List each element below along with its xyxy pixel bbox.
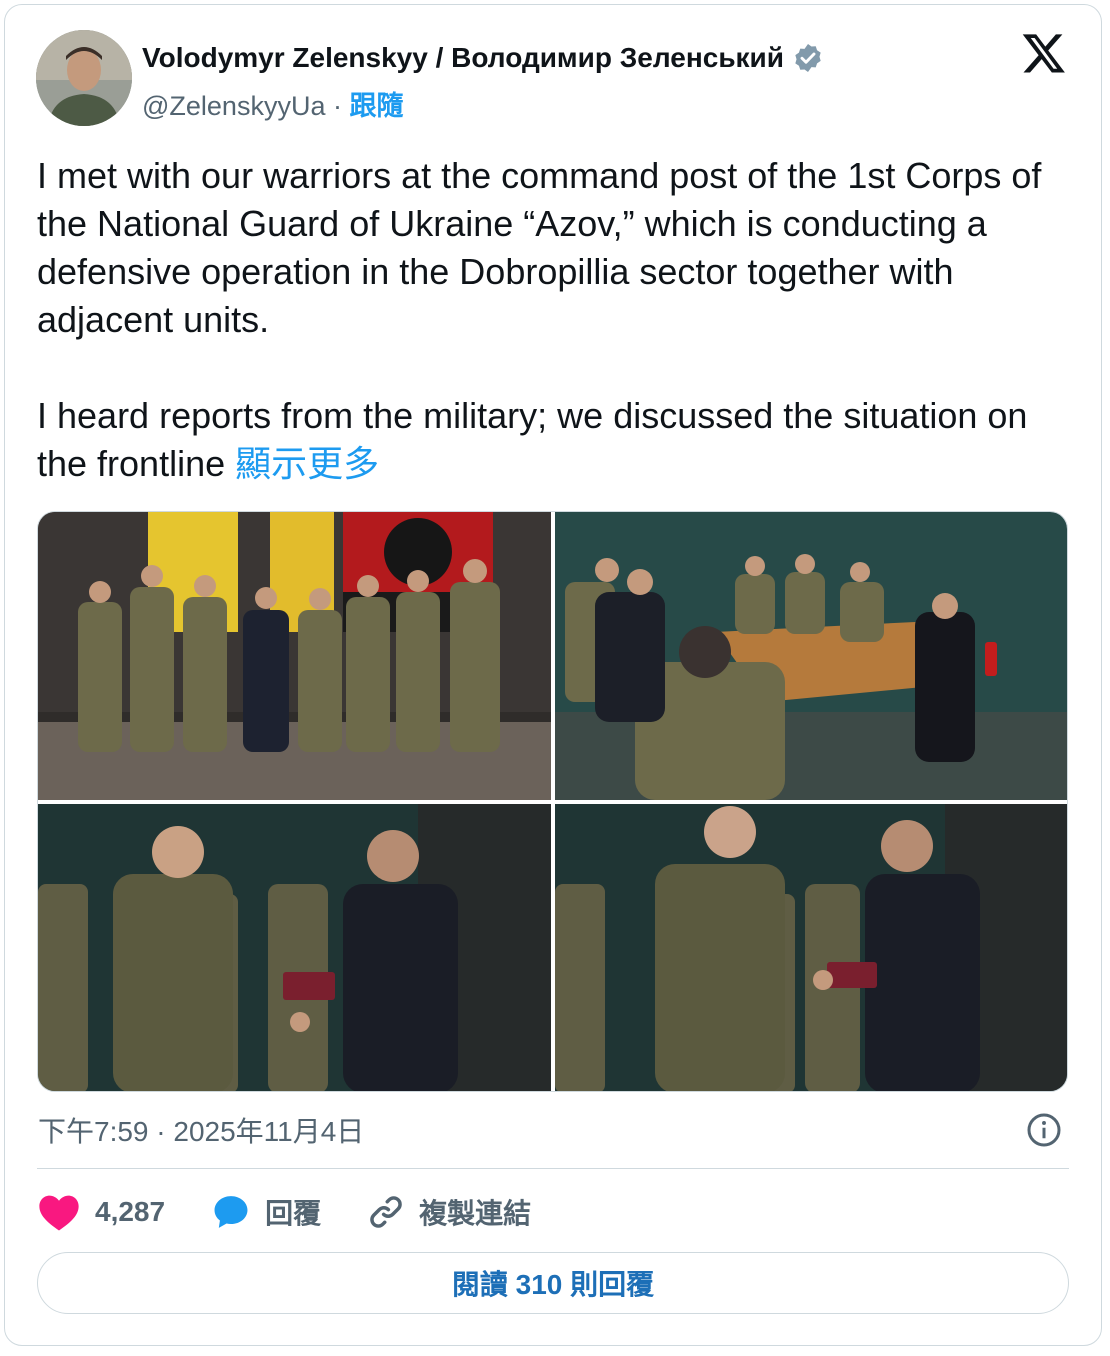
x-logo-icon[interactable]	[1020, 30, 1068, 76]
handle[interactable]: @ZelenskyyUa	[142, 91, 325, 121]
profile-avatar[interactable]	[36, 30, 132, 126]
divider	[37, 1168, 1069, 1169]
like-count: 4,287	[95, 1196, 166, 1227]
photo-award-handshake-1[interactable]	[38, 804, 551, 1091]
photo-group-portrait[interactable]	[38, 512, 551, 800]
show-more-link[interactable]: 顯示更多	[235, 443, 379, 484]
tweet-text: I met with our warriors at the command p…	[37, 152, 1077, 488]
heart-icon	[39, 1195, 79, 1231]
tweet-timestamp[interactable]: 下午7:59 · 2025年11月4日	[38, 1110, 364, 1150]
display-name[interactable]: Volodymyr Zelenskyy / Володимир Зеленськ…	[142, 42, 784, 74]
tweet-body: I met with our warriors at the command p…	[37, 155, 1042, 484]
handle-separator: ·	[332, 91, 342, 121]
verified-badge-icon	[795, 44, 821, 72]
photo-award-handshake-2[interactable]	[555, 804, 1067, 1091]
media-grid	[37, 511, 1068, 1092]
info-icon[interactable]	[1026, 1112, 1062, 1148]
read-replies-button[interactable]: 閱讀 310 則回覆	[37, 1252, 1069, 1314]
photo-meeting-table[interactable]	[555, 512, 1067, 800]
copy-link-label: 複製連結	[419, 1198, 532, 1229]
reply-bubble-icon	[214, 1196, 248, 1228]
read-replies-label: 閱讀 310 則回覆	[451, 1269, 655, 1300]
reply-label: 回覆	[265, 1198, 322, 1229]
like-button[interactable]: 4,287	[37, 1192, 165, 1232]
link-icon	[370, 1196, 402, 1228]
avatar-image	[36, 30, 132, 126]
follow-link[interactable]: 跟隨	[350, 91, 404, 121]
copy-link-button[interactable]: 複製連結	[367, 1192, 531, 1232]
action-bar: 4,287 回覆 複製連結	[37, 1188, 577, 1236]
reply-button[interactable]: 回覆	[211, 1192, 321, 1232]
